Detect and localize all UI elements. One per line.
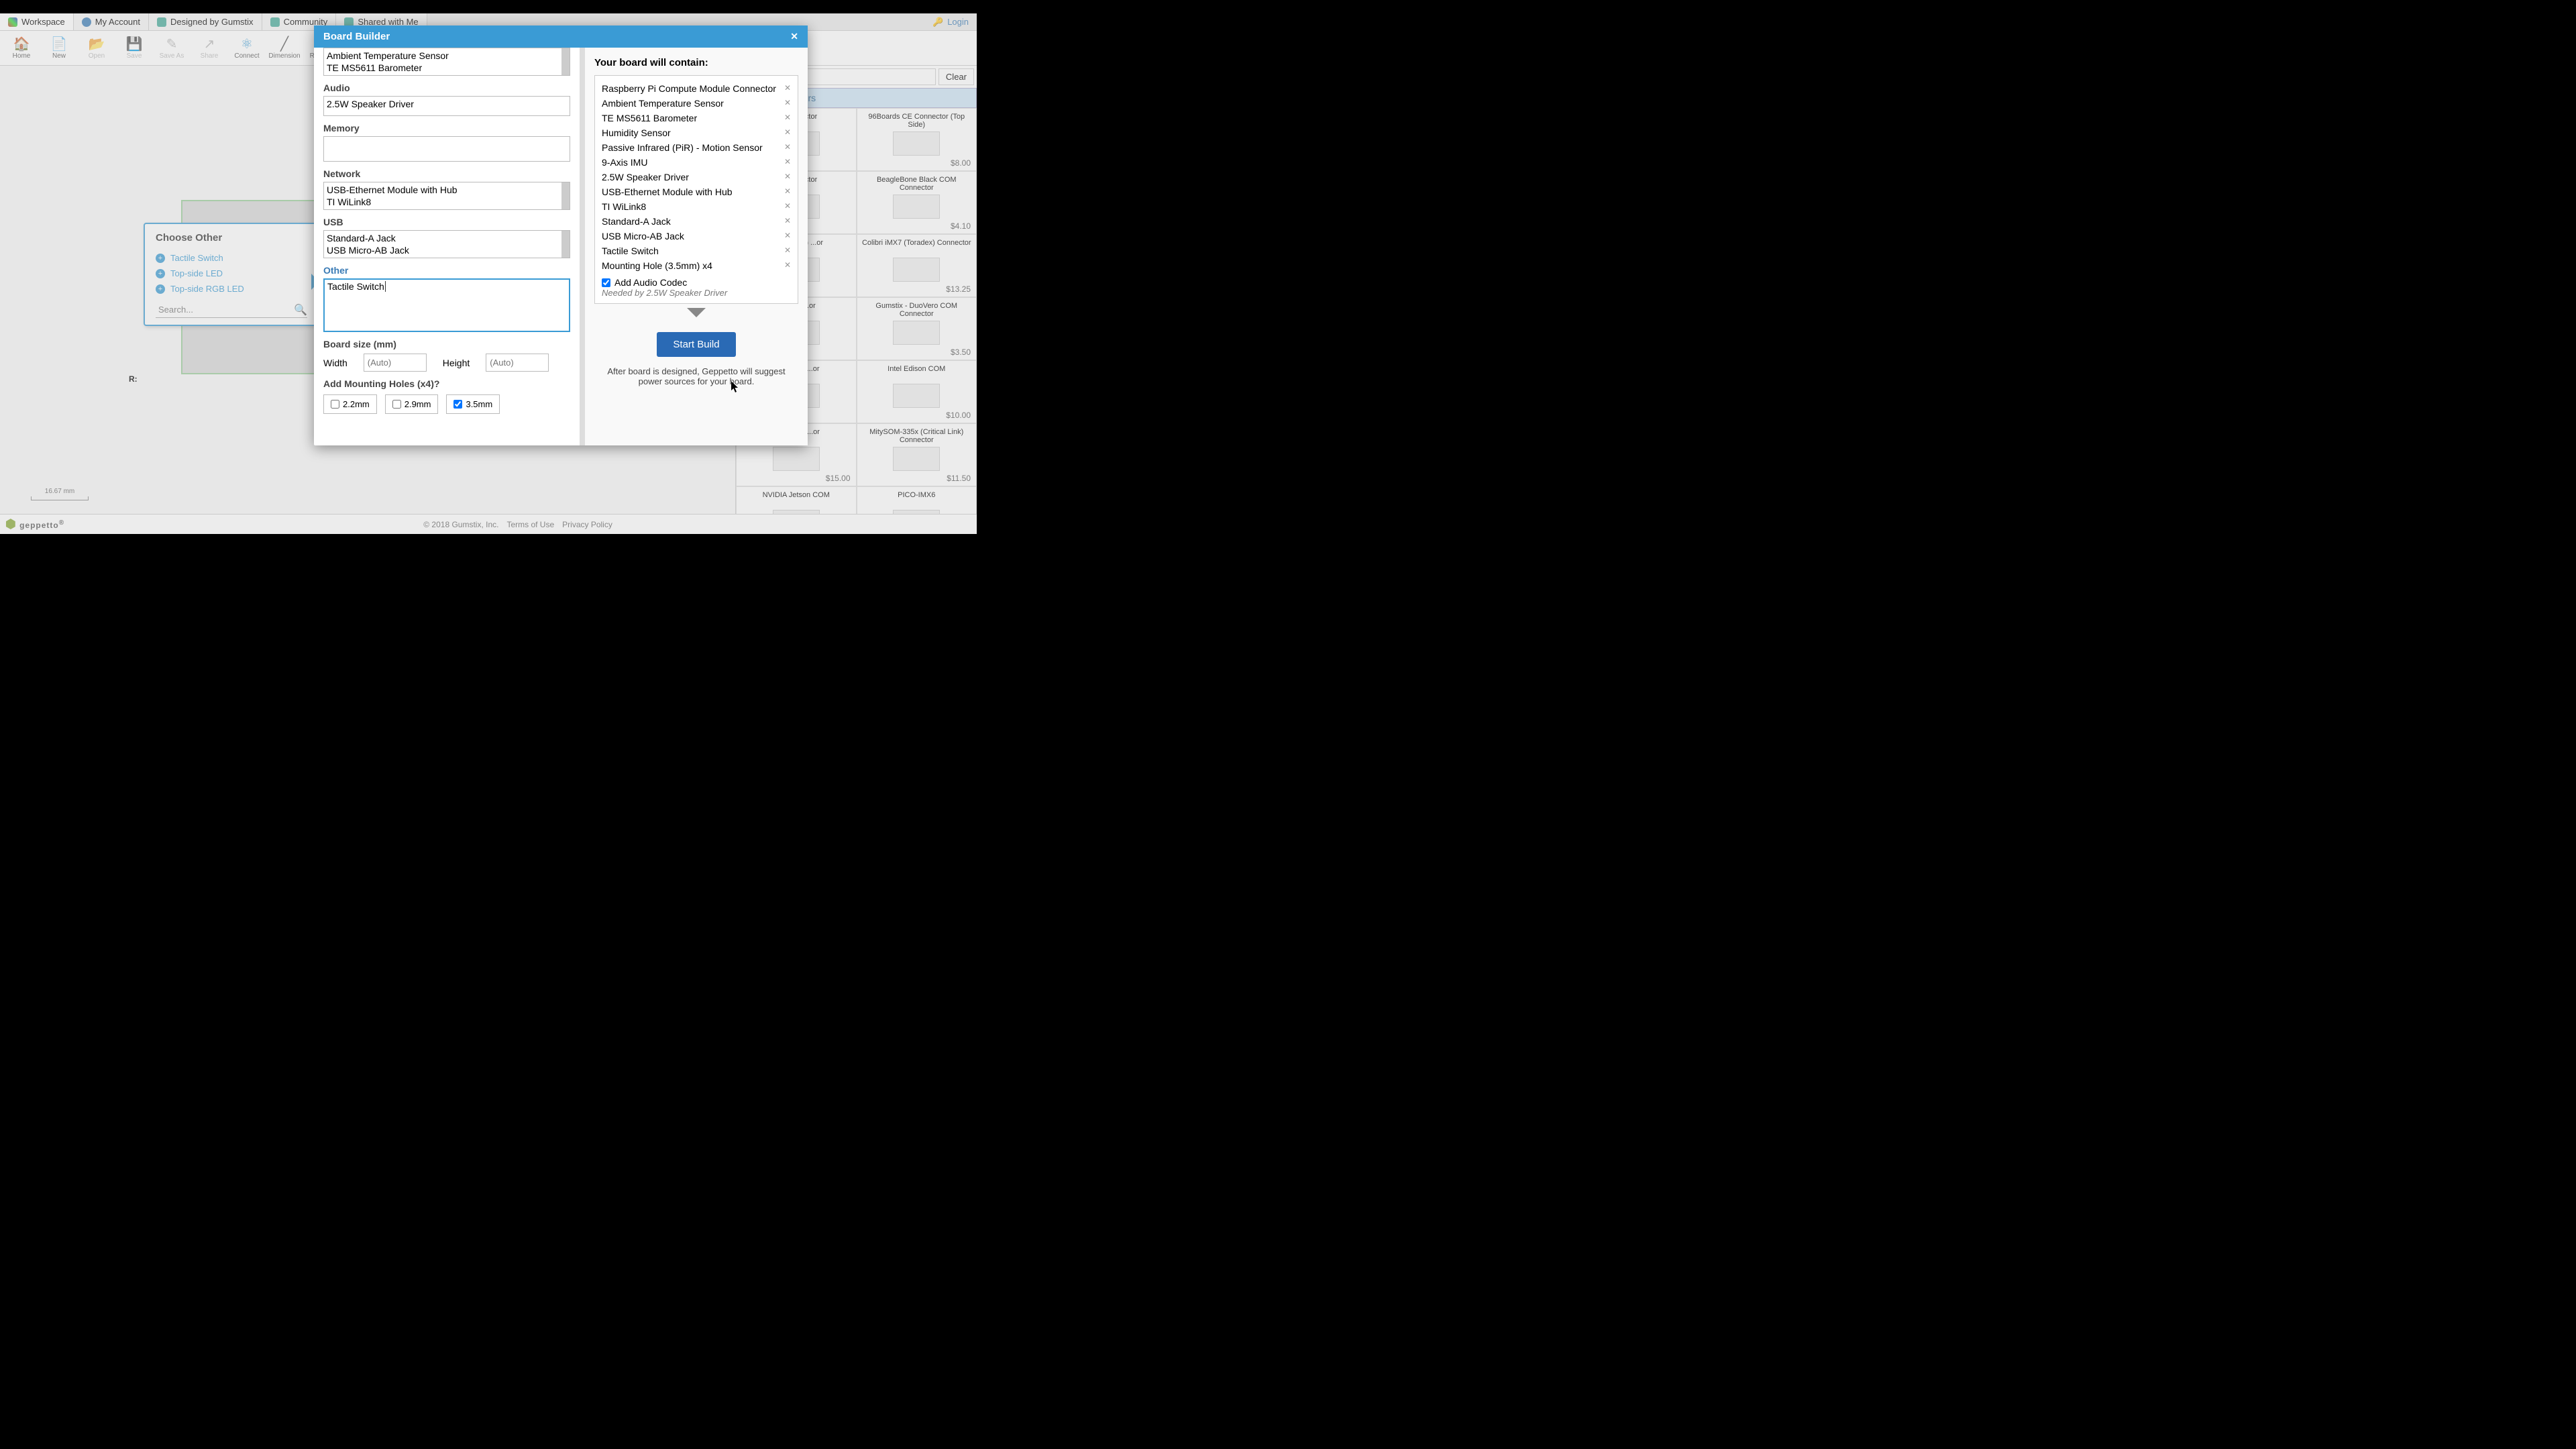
dialog-left-panel: Ambient Temperature Sensor TE MS5611 Bar… xyxy=(314,48,580,445)
dialog-divider xyxy=(580,48,585,445)
contain-item: Humidity Sensor✕ xyxy=(602,125,791,140)
remove-item-button[interactable]: ✕ xyxy=(784,260,791,270)
contain-item: TI WiLink8✕ xyxy=(602,199,791,214)
scrollbar[interactable] xyxy=(561,48,570,75)
hole-35[interactable]: 3.5mm xyxy=(446,394,500,414)
height-input[interactable] xyxy=(486,354,549,372)
network-select[interactable]: USB-Ethernet Module with Hub TI WiLink8 xyxy=(323,182,570,210)
memory-label: Memory xyxy=(323,123,570,133)
other-select[interactable]: Tactile Switch xyxy=(323,278,570,332)
scrollbar[interactable] xyxy=(561,182,570,209)
hole-29[interactable]: 2.9mm xyxy=(385,394,439,414)
height-label: Height xyxy=(443,358,470,368)
contain-item: Tactile Switch✕ xyxy=(602,244,791,258)
list-item[interactable]: TE MS5611 Barometer xyxy=(327,62,567,74)
scrollbar[interactable] xyxy=(561,231,570,258)
remove-item-button[interactable]: ✕ xyxy=(784,246,791,255)
dialog-close-button[interactable]: ✕ xyxy=(790,31,798,42)
remove-item-button[interactable]: ✕ xyxy=(784,172,791,181)
contain-item: Mounting Hole (3.5mm) x4✕ xyxy=(602,258,791,273)
hole-22[interactable]: 2.2mm xyxy=(323,394,377,414)
contain-list: Raspberry Pi Compute Module Connector✕Am… xyxy=(594,75,798,304)
memory-select[interactable] xyxy=(323,136,570,162)
arrow-down-icon xyxy=(687,308,706,327)
remove-item-button[interactable]: ✕ xyxy=(784,157,791,166)
design-note: After board is designed, Geppetto will s… xyxy=(594,366,798,386)
contain-item: TE MS5611 Barometer✕ xyxy=(602,111,791,125)
needed-note: Needed by 2.5W Speaker Driver xyxy=(602,288,791,298)
text-cursor xyxy=(385,281,386,292)
usb-label: USB xyxy=(323,217,570,227)
list-item[interactable]: Tactile Switch xyxy=(327,281,384,292)
contain-item: 9-Axis IMU✕ xyxy=(602,155,791,170)
contain-item: 2.5W Speaker Driver✕ xyxy=(602,170,791,184)
boardsize-label: Board size (mm) xyxy=(323,339,570,350)
network-label: Network xyxy=(323,168,570,179)
audio-label: Audio xyxy=(323,83,570,93)
list-item[interactable]: Ambient Temperature Sensor xyxy=(327,50,567,62)
contain-item: Standard-A Jack✕ xyxy=(602,214,791,229)
list-item[interactable]: Standard-A Jack xyxy=(327,232,567,244)
list-item[interactable]: TI WiLink8 xyxy=(327,196,567,208)
remove-item-button[interactable]: ✕ xyxy=(784,113,791,122)
contain-header: Your board will contain: xyxy=(594,57,798,68)
dialog-right-panel: Your board will contain: Raspberry Pi Co… xyxy=(585,48,808,445)
holes-label: Add Mounting Holes (x4)? xyxy=(323,378,570,389)
remove-item-button[interactable]: ✕ xyxy=(784,98,791,107)
usb-select[interactable]: Standard-A Jack USB Micro-AB Jack xyxy=(323,230,570,258)
width-input[interactable] xyxy=(364,354,427,372)
other-label: Other xyxy=(323,265,570,276)
list-item[interactable]: USB-Ethernet Module with Hub xyxy=(327,184,567,196)
list-item[interactable]: USB Micro-AB Jack xyxy=(327,244,567,256)
dialog-title-text: Board Builder xyxy=(323,31,390,42)
board-builder-dialog: Board Builder ✕ Ambient Temperature Sens… xyxy=(314,25,808,445)
remove-item-button[interactable]: ✕ xyxy=(784,201,791,211)
remove-item-button[interactable]: ✕ xyxy=(784,127,791,137)
list-item[interactable]: 2.5W Speaker Driver xyxy=(327,98,567,110)
remove-item-button[interactable]: ✕ xyxy=(784,231,791,240)
contain-item: Passive Infrared (PiR) - Motion Sensor✕ xyxy=(602,140,791,155)
dialog-titlebar: Board Builder ✕ xyxy=(314,25,808,48)
remove-item-button[interactable]: ✕ xyxy=(784,186,791,196)
remove-item-button[interactable]: ✕ xyxy=(784,142,791,152)
sensors-select[interactable]: Ambient Temperature Sensor TE MS5611 Bar… xyxy=(323,48,570,76)
start-build-button[interactable]: Start Build xyxy=(657,332,735,357)
contain-item: Raspberry Pi Compute Module Connector✕ xyxy=(602,81,791,96)
audio-select[interactable]: 2.5W Speaker Driver xyxy=(323,96,570,116)
contain-item: USB-Ethernet Module with Hub✕ xyxy=(602,184,791,199)
contain-item: USB Micro-AB Jack✕ xyxy=(602,229,791,244)
remove-item-button[interactable]: ✕ xyxy=(784,216,791,225)
remove-item-button[interactable]: ✕ xyxy=(784,83,791,93)
contain-item: Ambient Temperature Sensor✕ xyxy=(602,96,791,111)
add-codec-checkbox[interactable] xyxy=(602,278,610,287)
width-label: Width xyxy=(323,358,347,368)
